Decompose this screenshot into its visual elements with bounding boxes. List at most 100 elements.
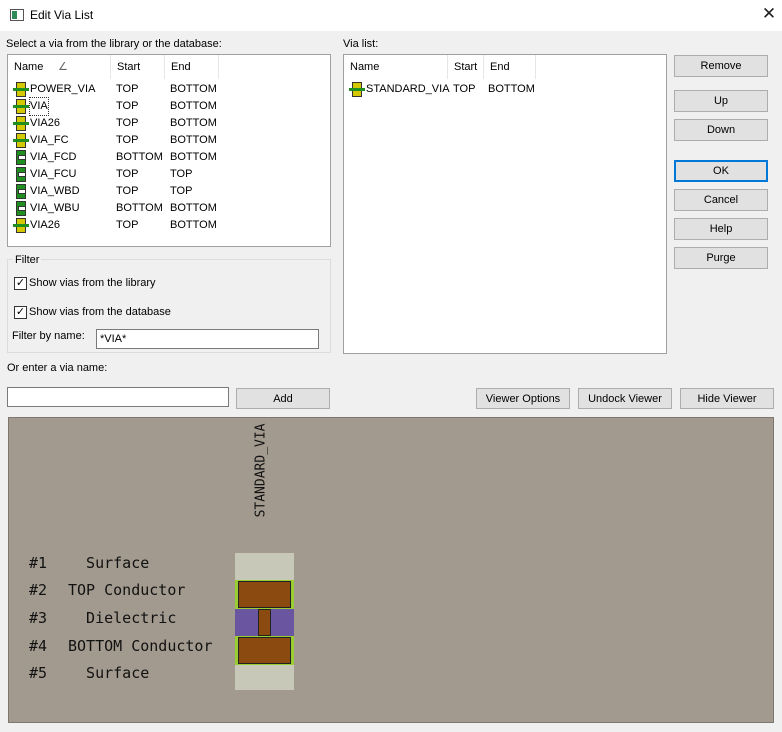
via-through-icon <box>13 99 29 114</box>
library-row-name: VIA_FC <box>30 134 69 146</box>
via-list-row-end: BOTTOM <box>488 83 535 95</box>
via-viewer[interactable]: STANDARD_VIA #1 Surface #2 TOP Conductor… <box>8 417 774 723</box>
show-library-label[interactable]: Show vias from the library <box>29 277 156 289</box>
up-button[interactable]: Up <box>674 90 768 112</box>
viewer-options-button[interactable]: Viewer Options <box>476 388 570 409</box>
library-row-name: VIA_FCD <box>30 151 77 163</box>
filter-group-label: Filter <box>13 254 42 266</box>
column-header-start[interactable]: Start <box>111 55 165 79</box>
library-row-name: VIA <box>29 97 49 116</box>
filter-by-name-label: Filter by name: <box>12 330 85 342</box>
library-row[interactable]: VIA_FCU TOP TOP <box>8 166 330 183</box>
library-row-end: TOP <box>170 168 193 180</box>
remove-button[interactable]: Remove <box>674 55 768 77</box>
title-bar: Edit Via List ✕ <box>0 0 782 31</box>
ok-button[interactable]: OK <box>674 160 768 182</box>
library-row-start: TOP <box>116 219 139 231</box>
library-row-name: VIA_FCU <box>30 168 77 180</box>
app-icon <box>10 9 24 21</box>
library-row[interactable]: VIA_FC TOP BOTTOM <box>8 132 330 149</box>
library-row-start: TOP <box>116 134 139 146</box>
library-row[interactable]: VIA26 TOP BOTTOM <box>8 217 330 234</box>
library-row-start: TOP <box>116 185 139 197</box>
via-barrel <box>258 609 271 636</box>
library-list[interactable]: Name ∠ Start End POWER_VIA TOP BOTTOM VIA TO… <box>7 54 331 247</box>
down-button[interactable]: Down <box>674 119 768 141</box>
layer-4-num: #4 <box>29 637 48 655</box>
library-row[interactable]: POWER_VIA TOP BOTTOM <box>8 81 330 98</box>
library-row[interactable]: VIA_WBU BOTTOM BOTTOM <box>8 200 330 217</box>
library-row[interactable]: VIA TOP BOTTOM <box>8 97 330 116</box>
library-row-end: BOTTOM <box>170 83 217 95</box>
hide-viewer-button[interactable]: Hide Viewer <box>680 388 774 409</box>
library-row-end: BOTTOM <box>170 134 217 146</box>
via-blind-icon <box>13 150 29 165</box>
library-row-name: VIA_WBD <box>30 185 80 197</box>
library-row-end: BOTTOM <box>170 117 217 129</box>
via-through-icon <box>13 218 29 233</box>
layer-5-num: #5 <box>29 664 48 682</box>
filter-by-name-input[interactable]: *VIA* <box>96 329 319 349</box>
library-row-name: VIA26 <box>30 219 60 231</box>
via-list-header-end[interactable]: End <box>484 55 536 79</box>
via-list-header-name[interactable]: Name <box>344 55 448 79</box>
layer-1-name: Surface <box>68 554 150 572</box>
library-row-start: TOP <box>116 83 139 95</box>
library-row[interactable]: VIA26 TOP BOTTOM <box>8 115 330 132</box>
column-header-name[interactable]: Name ∠ <box>8 55 111 79</box>
library-row-start: BOTTOM <box>116 151 163 163</box>
layer-1-num: #1 <box>29 554 48 572</box>
purge-button[interactable]: Purge <box>674 247 768 269</box>
via-list-row[interactable]: STANDARD_VIA TOP BOTTOM <box>344 81 666 98</box>
via-list-header-start[interactable]: Start <box>448 55 484 79</box>
viewer-via-name-text: STANDARD_VIA <box>253 423 269 518</box>
via-through-icon <box>13 82 29 97</box>
column-header-end[interactable]: End <box>165 55 219 79</box>
sort-ascending-icon: ∠ <box>58 61 68 73</box>
library-row-start: BOTTOM <box>116 202 163 214</box>
layer-5-name: Surface <box>68 664 150 682</box>
library-row-name: VIA_WBU <box>30 202 80 214</box>
enter-via-input[interactable] <box>7 387 229 407</box>
add-button[interactable]: Add <box>236 388 330 409</box>
via-blind-icon <box>13 184 29 199</box>
via-list-row-name: STANDARD_VIA <box>366 83 450 95</box>
cancel-button[interactable]: Cancel <box>674 189 768 211</box>
library-row-name: POWER_VIA <box>30 83 96 95</box>
layer-3-num: #3 <box>29 609 48 627</box>
library-row-name: VIA26 <box>30 117 60 129</box>
library-row-start: TOP <box>116 100 139 112</box>
viewer-via-name: STANDARD_VIA <box>251 423 271 548</box>
via-list-label: Via list: <box>343 38 379 50</box>
top-conductor-pad <box>238 581 291 608</box>
via-list[interactable]: Name Start End STANDARD_VIA TOP BOTTOM <box>343 54 667 354</box>
via-through-icon <box>349 82 365 97</box>
library-row[interactable]: VIA_FCD BOTTOM BOTTOM <box>8 149 330 166</box>
library-row-end: TOP <box>170 185 193 197</box>
show-library-checkbox[interactable]: ✓ <box>14 277 27 290</box>
layer-3-name: Dielectric <box>68 609 177 627</box>
via-stack-graphic <box>235 553 294 690</box>
checkmark-icon: ✓ <box>15 306 26 318</box>
library-row-end: BOTTOM <box>170 100 217 112</box>
enter-via-label: Or enter a via name: <box>7 362 108 374</box>
checkmark-icon: ✓ <box>15 277 26 289</box>
column-header-name-label: Name <box>14 61 44 73</box>
show-database-checkbox[interactable]: ✓ <box>14 306 27 319</box>
via-through-icon <box>13 116 29 131</box>
layer-2-num: #2 <box>29 581 48 599</box>
library-row-end: BOTTOM <box>170 151 217 163</box>
via-blind-icon <box>13 167 29 182</box>
close-icon[interactable]: ✕ <box>758 3 780 25</box>
help-button[interactable]: Help <box>674 218 768 240</box>
undock-viewer-button[interactable]: Undock Viewer <box>578 388 672 409</box>
window-title: Edit Via List <box>30 8 94 22</box>
library-row-end: BOTTOM <box>170 202 217 214</box>
show-database-label[interactable]: Show vias from the database <box>29 306 171 318</box>
layer-4-name: BOTTOM Conductor <box>68 637 213 655</box>
library-label: Select a via from the library or the dat… <box>6 38 222 50</box>
library-row[interactable]: VIA_WBD TOP TOP <box>8 183 330 200</box>
bottom-conductor-pad <box>238 637 291 664</box>
layer-2-name: TOP Conductor <box>68 581 186 599</box>
via-list-row-start: TOP <box>453 83 476 95</box>
